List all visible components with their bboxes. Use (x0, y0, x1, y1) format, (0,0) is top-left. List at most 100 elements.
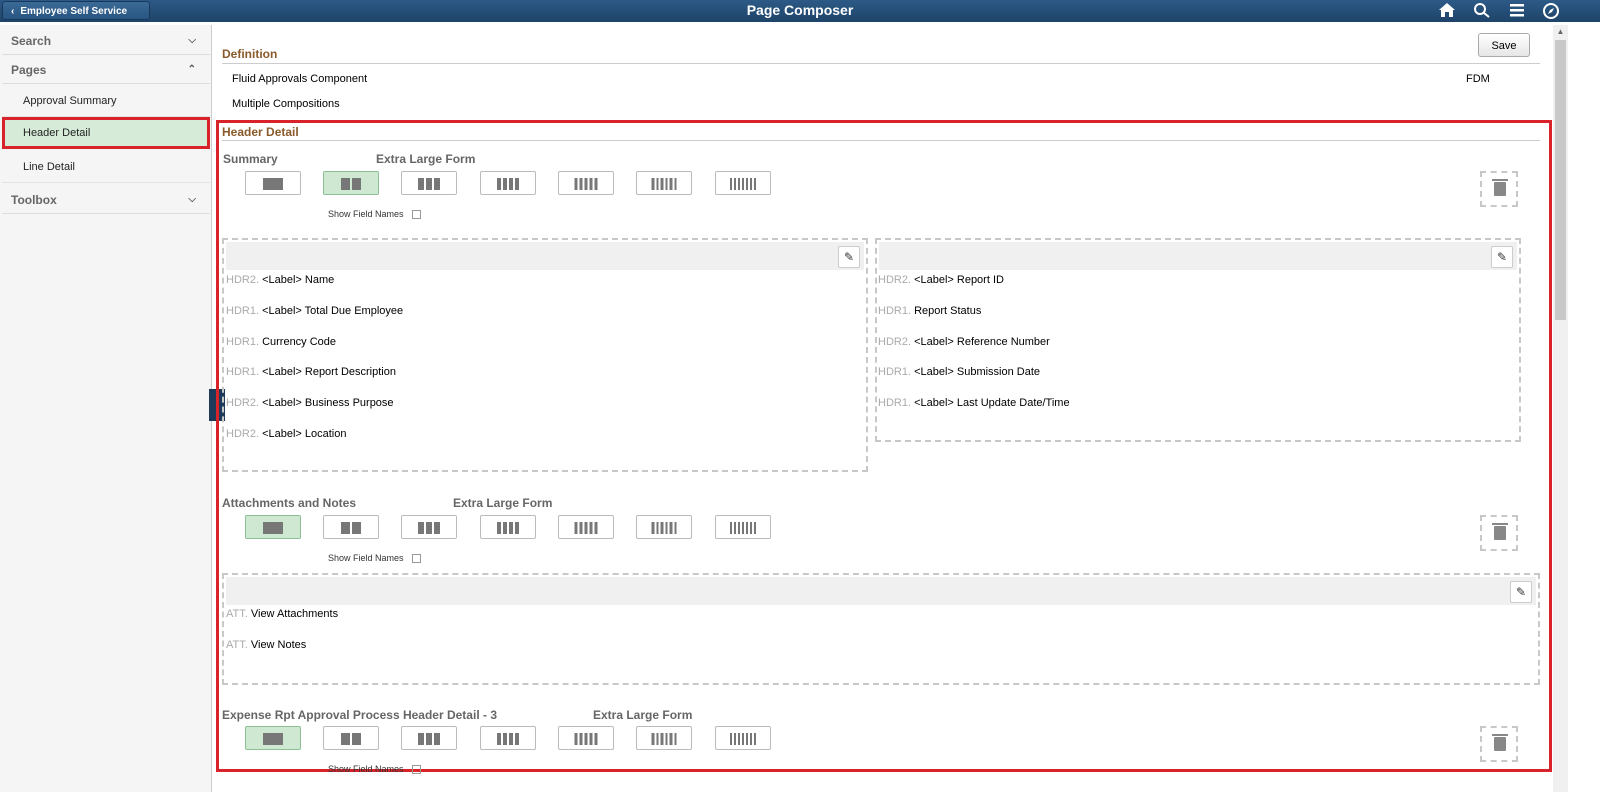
columns-icon (497, 733, 519, 745)
record-prefix: HDR2. (878, 335, 915, 348)
record-prefix: HDR2. (226, 428, 263, 440)
show-field-names-checkbox[interactable] (411, 765, 421, 775)
save-button[interactable]: Save (1478, 33, 1530, 57)
definition-title: Definition (222, 47, 278, 61)
sidebar-item-header-detail[interactable]: Header Detail (2, 117, 210, 149)
layout-3-column-button[interactable] (401, 515, 457, 539)
search-section-header[interactable]: Search ⌵ (2, 27, 210, 55)
layout-7-column-button[interactable] (715, 171, 771, 195)
record-prefix: HDR1. (878, 304, 915, 317)
compositions-label: Multiple Compositions (232, 98, 340, 110)
layout-2-column-button[interactable] (323, 726, 379, 750)
columns-icon (730, 178, 756, 190)
edit-pencil-icon[interactable]: ✎ (838, 246, 860, 268)
show-field-names-checkbox[interactable] (411, 210, 421, 220)
columns-icon (263, 522, 283, 534)
layout-1-column-button[interactable] (245, 726, 301, 750)
composer-field[interactable]: HDR1. Currency Code (226, 336, 336, 348)
composer-field[interactable]: HDR2. <Label> Name (226, 274, 334, 286)
scrollbar-thumb[interactable] (1555, 40, 1566, 320)
trash-icon (1492, 523, 1508, 525)
layout-3-column-button[interactable] (401, 171, 457, 195)
composer-field[interactable]: HDR2. <Label> Report ID (878, 274, 1004, 286)
composer-field[interactable]: HDR2. <Label> Reference Number (878, 336, 1050, 348)
field-label: <Label> Last Update Date/Time (914, 397, 1070, 410)
pages-section-label: Pages (11, 63, 47, 77)
layout-6-column-button[interactable] (636, 171, 692, 195)
pages-section-header[interactable]: Pages ⌃ (2, 56, 210, 84)
composer-field[interactable]: HDR1. <Label> Submission Date (878, 366, 1040, 378)
home-icon[interactable] (1437, 2, 1457, 20)
edit-pencil-icon[interactable]: ✎ (1510, 581, 1532, 603)
sidebar-item-line-detail[interactable]: Line Detail (2, 151, 210, 183)
layout-5-column-button[interactable] (558, 726, 614, 750)
field-label: <Label> Report Description (262, 366, 396, 379)
composer-field[interactable]: ATT. View Attachments (226, 608, 338, 620)
navigator-icon[interactable] (1541, 2, 1561, 20)
columns-icon (730, 522, 756, 534)
layout-1-column-button[interactable] (245, 515, 301, 539)
columns-icon (418, 178, 440, 190)
layout-5-column-button[interactable] (558, 515, 614, 539)
layout-4-column-button[interactable] (480, 726, 536, 750)
form-size-label: Extra Large Form (453, 496, 553, 510)
edit-pencil-icon[interactable]: ✎ (1491, 246, 1513, 268)
layout-3-column-button[interactable] (401, 726, 457, 750)
field-label: <Label> Report ID (914, 274, 1004, 286)
menu-icon[interactable] (1507, 2, 1527, 20)
layout-7-column-button[interactable] (715, 515, 771, 539)
record-prefix: HDR1. (878, 366, 915, 379)
left-panel: Search ⌵ Pages ⌃ Approval Summary Header… (0, 25, 212, 792)
composer-field[interactable]: HDR1. <Label> Report Description (226, 366, 396, 378)
toolbox-section-label: Toolbox (11, 193, 57, 207)
columns-icon (574, 733, 598, 745)
columns-icon (497, 522, 519, 534)
chevron-down-icon: ⌵ (188, 35, 196, 46)
composer-field[interactable]: HDR2. <Label> Location (226, 428, 346, 440)
composer-field[interactable]: HDR1. <Label> Last Update Date/Time (878, 397, 1070, 409)
top-banner: ‹ Employee Self Service Page Composer (0, 0, 1600, 22)
layout-5-column-button[interactable] (558, 171, 614, 195)
group-label: Summary (223, 152, 278, 166)
group-label: Attachments and Notes (222, 496, 357, 510)
columns-icon (418, 733, 440, 745)
field-label: <Label> Name (262, 274, 335, 286)
layout-6-column-button[interactable] (636, 726, 692, 750)
columns-icon (651, 733, 677, 745)
layout-1-column-button[interactable] (245, 171, 301, 195)
columns-icon (651, 522, 677, 534)
layout-4-column-button[interactable] (480, 515, 536, 539)
columns-icon (730, 733, 756, 745)
composer-field[interactable]: HDR1. Report Status (878, 305, 981, 317)
layout-4-column-button[interactable] (480, 171, 536, 195)
layout-6-column-button[interactable] (636, 515, 692, 539)
drop-zone-column-1[interactable]: ✎ (222, 573, 1540, 685)
composer-field[interactable]: HDR1. <Label> Total Due Employee (226, 305, 403, 317)
record-prefix: ATT. (226, 608, 251, 620)
layout-2-column-button[interactable] (323, 515, 379, 539)
record-prefix: HDR1. (226, 366, 263, 379)
composer-field[interactable]: ATT. View Notes (226, 639, 306, 651)
record-prefix: HDR2. (878, 274, 915, 286)
delete-group-trash[interactable] (1480, 515, 1518, 551)
show-field-names-checkbox[interactable] (411, 554, 421, 564)
sidebar-item-approval-summary[interactable]: Approval Summary (2, 85, 210, 117)
delete-group-trash[interactable] (1480, 726, 1518, 762)
columns-icon (497, 178, 519, 190)
toolbox-section-header[interactable]: Toolbox ⌵ (2, 186, 210, 214)
field-label: Currency Code (262, 335, 337, 348)
field-label: View Notes (250, 639, 307, 651)
composer-field[interactable]: HDR2. <Label> Business Purpose (226, 397, 394, 409)
layout-7-column-button[interactable] (715, 726, 771, 750)
show-field-names-label: Show Field Names (328, 553, 404, 563)
search-section-label: Search (11, 34, 52, 48)
search-icon[interactable] (1472, 2, 1492, 20)
scroll-up-arrow-icon[interactable]: ▲ (1553, 25, 1568, 39)
layout-2-column-button[interactable] (323, 171, 379, 195)
page-title: Page Composer (746, 2, 854, 18)
columns-icon (263, 178, 283, 190)
columns-icon (263, 733, 283, 745)
show-field-names-label: Show Field Names (328, 209, 404, 219)
field-label: Report Status (914, 304, 982, 317)
delete-group-trash[interactable] (1480, 171, 1518, 207)
